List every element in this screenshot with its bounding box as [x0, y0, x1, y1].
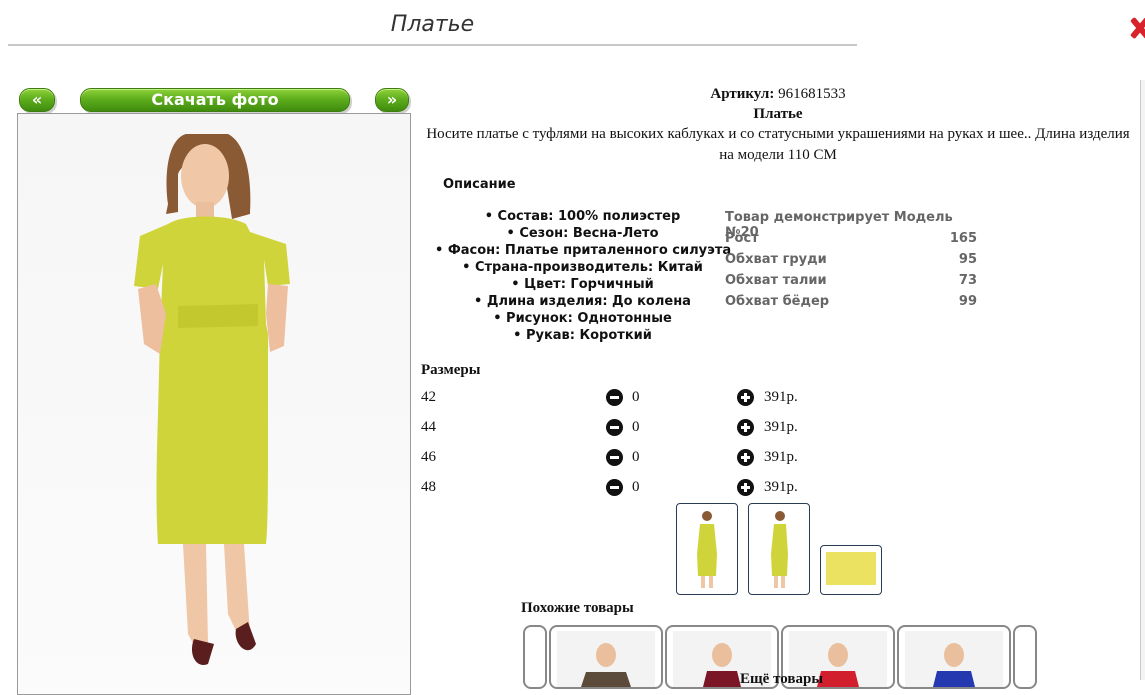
plus-icon[interactable]	[737, 419, 754, 436]
product-description: Носите платье с туфлями на высоких каблу…	[426, 126, 1130, 163]
property-item: • Рисунок: Однотонные	[493, 311, 672, 326]
similar-product-card[interactable]	[549, 625, 663, 689]
product-name: Платье	[753, 106, 803, 122]
price-value: 391р.	[764, 479, 798, 495]
size-row: 46 0 391р.	[421, 449, 821, 471]
thumbnail-image	[771, 511, 788, 588]
product-info: Артикул: 961681533 Платье Носите платье …	[420, 84, 1136, 166]
property-item: • Состав: 100% полиэстер	[484, 209, 681, 224]
size-row: 48 0 391р.	[421, 479, 821, 501]
property-item: • Рукав: Короткий	[513, 328, 652, 343]
sku-value: 961681533	[778, 86, 846, 102]
quantity-value: 0	[632, 479, 640, 495]
similar-scroll-right[interactable]	[1013, 625, 1037, 689]
minus-icon[interactable]	[606, 419, 623, 436]
model-row: Обхват груди 95	[725, 252, 977, 267]
sku-line: Артикул: 961681533	[420, 84, 1136, 104]
size-label: 44	[421, 419, 436, 435]
main-product-photo[interactable]	[17, 113, 411, 695]
similar-product-image	[905, 631, 1003, 687]
price-value: 391р.	[764, 389, 798, 405]
photo-thumbnail[interactable]	[676, 503, 738, 595]
quantity-value: 0	[632, 389, 640, 405]
thumbnail-image	[697, 511, 717, 588]
next-photo-button[interactable]: »	[375, 88, 409, 112]
size-label: 46	[421, 449, 436, 465]
color-swatch-thumbnail[interactable]	[820, 545, 882, 595]
sizes-heading: Размеры	[421, 362, 481, 378]
sku-label: Артикул:	[710, 86, 775, 102]
page-title: Платье	[390, 12, 475, 37]
similar-product-card[interactable]	[897, 625, 1011, 689]
property-item: • Страна-производитель: Китай	[462, 260, 703, 275]
description-heading: Описание	[443, 177, 516, 192]
model-row: Обхват талии 73	[725, 273, 977, 288]
photo-thumbnail[interactable]	[748, 503, 810, 595]
property-item: • Фасон: Платье приталенного силуэта	[435, 243, 732, 258]
plus-icon[interactable]	[737, 389, 754, 406]
plus-icon[interactable]	[737, 479, 754, 496]
similar-scroll-left[interactable]	[523, 625, 547, 689]
prev-photo-button[interactable]: «	[19, 88, 55, 112]
model-measurements: Товар демонстрирует Модель №20 Рост 165 О…	[725, 210, 977, 315]
download-photo-button[interactable]: Скачать фото	[80, 88, 350, 112]
size-row: 44 0 391р.	[421, 419, 821, 441]
quantity-value: 0	[632, 449, 640, 465]
property-item: • Длина изделия: До колена	[474, 294, 691, 309]
size-label: 48	[421, 479, 436, 495]
similar-products-heading: Похожие товары	[521, 600, 634, 616]
price-value: 391р.	[764, 449, 798, 465]
plus-icon[interactable]	[737, 449, 754, 466]
size-row: 42 0 391р.	[421, 389, 821, 411]
model-row: Рост 165	[725, 231, 977, 246]
quantity-value: 0	[632, 419, 640, 435]
page-header: Платье	[8, 8, 857, 46]
size-label: 42	[421, 389, 436, 405]
model-heading: Товар демонстрирует Модель №20	[725, 210, 953, 240]
model-row: Обхват бёдер 99	[725, 294, 977, 309]
minus-icon[interactable]	[606, 449, 623, 466]
price-value: 391р.	[764, 419, 798, 435]
minus-icon[interactable]	[606, 479, 623, 496]
property-item: • Цвет: Горчичный	[511, 277, 654, 292]
close-icon[interactable]	[1133, 14, 1145, 42]
model-photo-image	[134, 134, 290, 665]
scrollbar[interactable]	[1140, 80, 1145, 680]
properties-list: • Состав: 100% полиэстер • Сезон: Весна-…	[435, 208, 732, 344]
similar-product-image	[557, 631, 655, 687]
property-item: • Сезон: Весна-Лето	[506, 226, 659, 241]
minus-icon[interactable]	[606, 389, 623, 406]
color-swatch	[826, 552, 876, 585]
